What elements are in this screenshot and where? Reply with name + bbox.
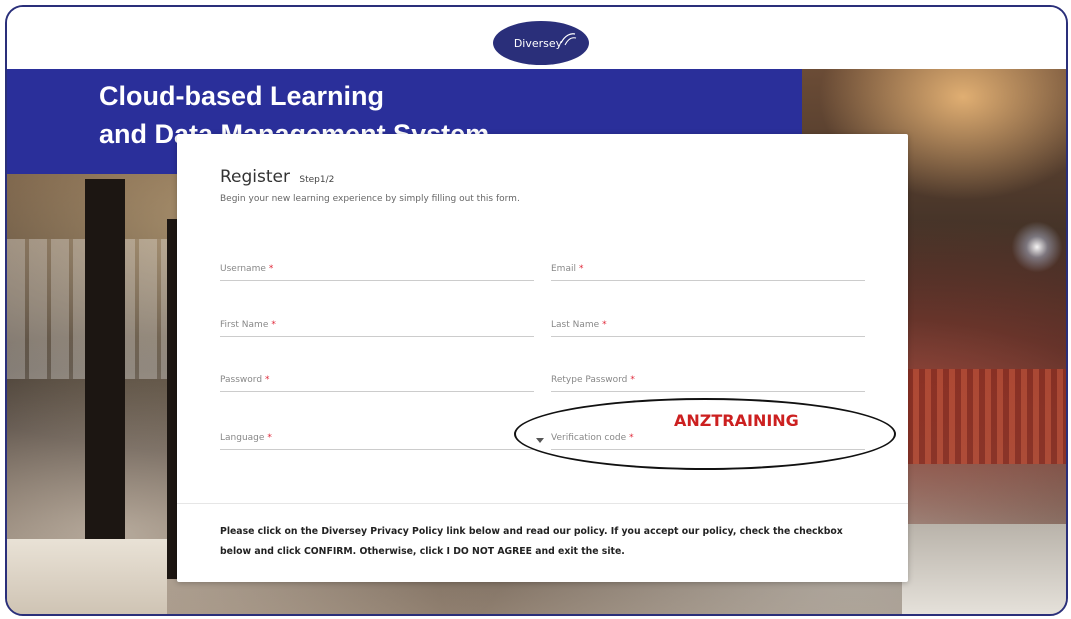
email-label: Email * — [551, 264, 584, 274]
register-title: Register — [220, 167, 290, 187]
register-subtitle: Begin your new learning experience by si… — [220, 194, 520, 204]
swoosh-icon — [560, 33, 577, 46]
username-field[interactable]: Username * — [220, 248, 534, 281]
retype-password-label: Retype Password * — [551, 375, 635, 385]
language-select[interactable]: Language * — [220, 417, 544, 450]
dining-table — [7, 539, 167, 614]
register-card: Register Step1/2 Begin your new learning… — [177, 134, 908, 582]
language-label: Language * — [220, 433, 272, 443]
username-label: Username * — [220, 264, 274, 274]
last-name-label: Last Name * — [551, 320, 607, 330]
spotlight — [1007, 217, 1066, 277]
password-field[interactable]: Password * — [220, 359, 534, 392]
first-name-label: First Name * — [220, 320, 276, 330]
register-heading: Register Step1/2 — [220, 167, 334, 187]
diversey-logo[interactable]: Diversey — [493, 21, 589, 65]
retype-password-field[interactable]: Retype Password * — [551, 359, 865, 392]
last-name-field[interactable]: Last Name * — [551, 304, 865, 337]
section-divider — [177, 503, 908, 504]
top-bar: Diversey — [7, 7, 1066, 69]
first-name-field[interactable]: First Name * — [220, 304, 534, 337]
pillar-left — [85, 179, 125, 579]
logo-text: Diversey — [513, 36, 563, 50]
email-field[interactable]: Email * — [551, 248, 865, 281]
kitchen-counter — [907, 369, 1066, 464]
browser-frame: Diversey Cloud-based Learning and Data M… — [5, 5, 1068, 616]
step-indicator: Step1/2 — [299, 175, 335, 185]
privacy-notice: Please click on the Diversey Privacy Pol… — [220, 526, 843, 557]
password-label: Password * — [220, 375, 270, 385]
annotation-label: ANZTRAINING — [674, 411, 799, 430]
counter-front — [902, 524, 1066, 614]
annotation-oval — [514, 398, 896, 470]
